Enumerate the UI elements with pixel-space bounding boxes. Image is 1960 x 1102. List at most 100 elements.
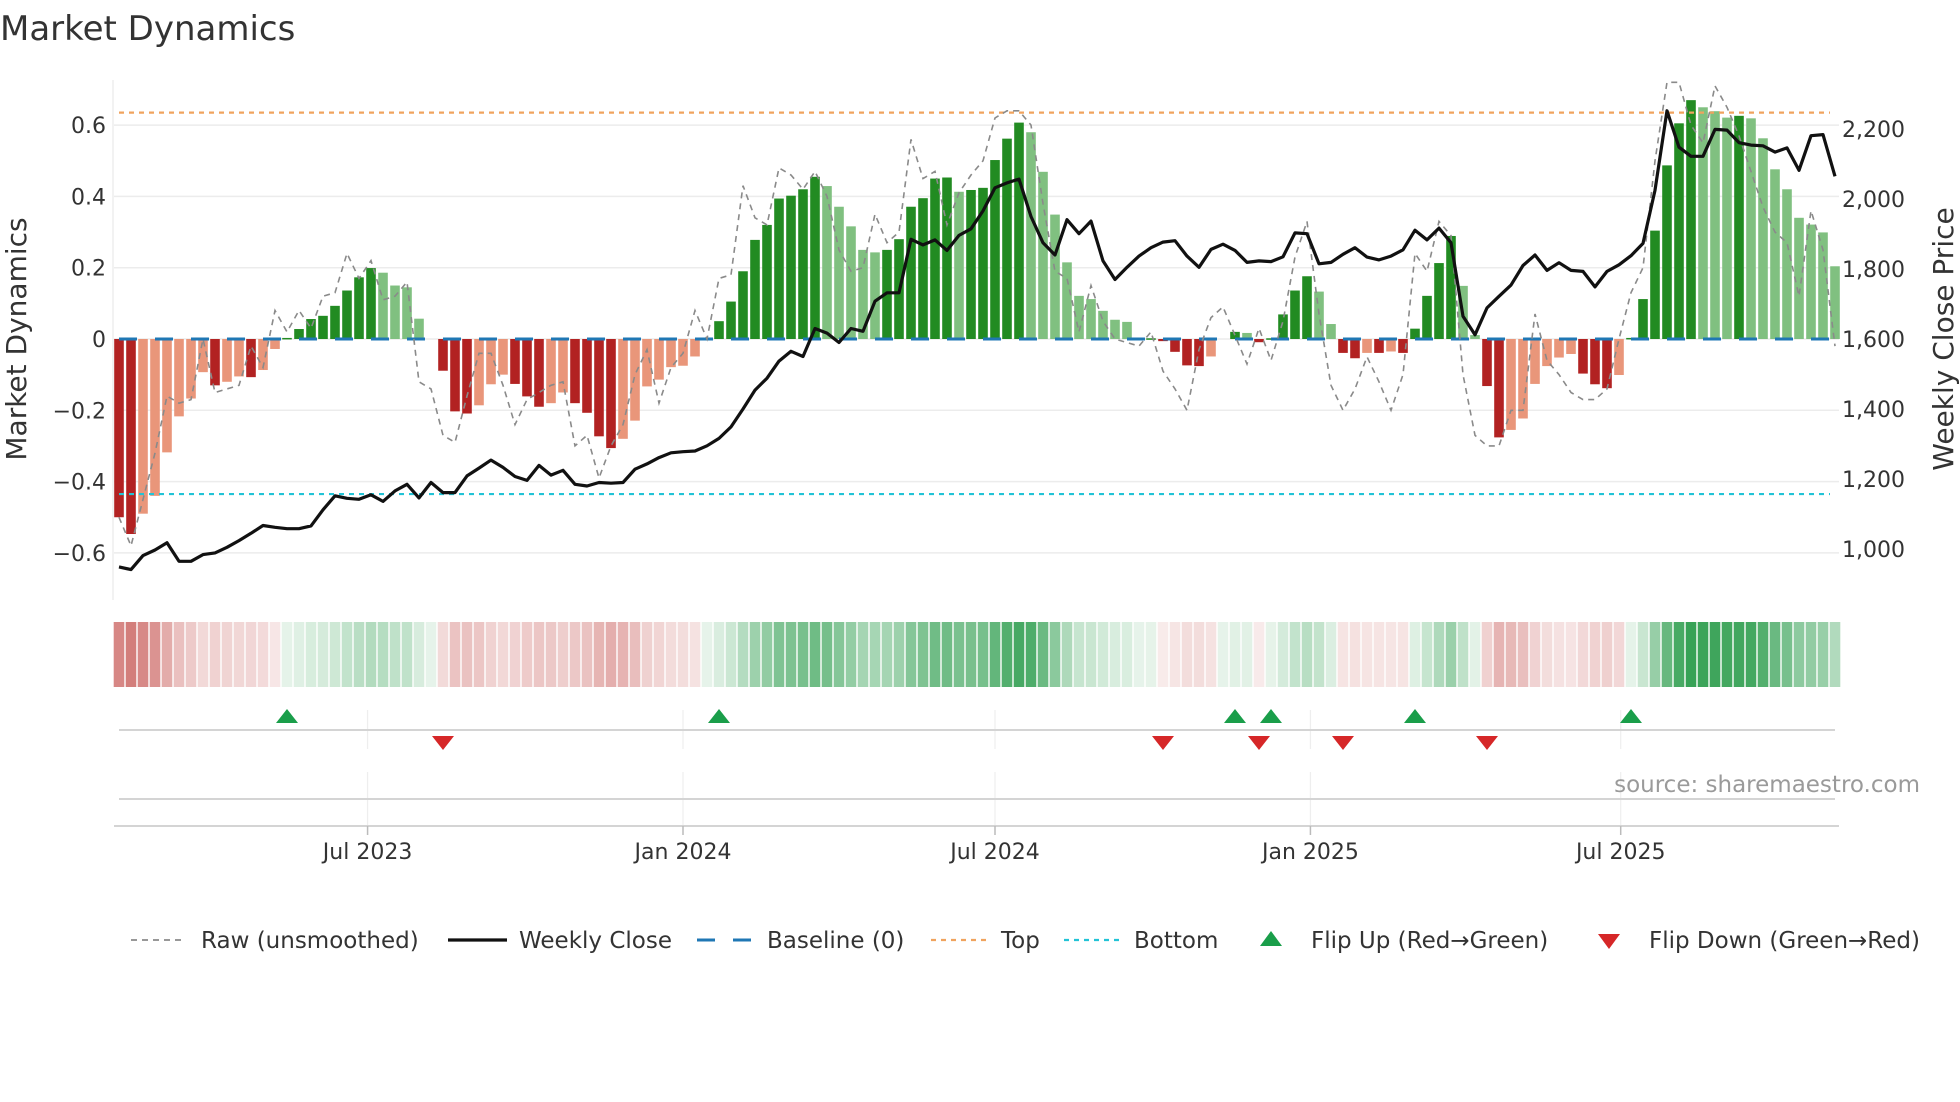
momentum-bar: [1734, 115, 1744, 340]
heatmap-cell: [1097, 622, 1109, 687]
momentum-bar: [582, 339, 592, 413]
flip-up-marker: [1404, 709, 1426, 723]
momentum-bar: [1026, 132, 1036, 339]
heatmap-cell: [1205, 622, 1217, 687]
heatmap-cell: [221, 622, 233, 687]
momentum-bar: [498, 339, 508, 375]
heatmap-cell: [557, 622, 569, 687]
heatmap-cell: [869, 622, 881, 687]
momentum-bar: [1614, 339, 1624, 376]
heatmap-cell: [401, 622, 413, 687]
momentum-bar: [906, 206, 916, 339]
momentum-bar: [630, 339, 640, 421]
momentum-bar: [918, 198, 928, 339]
heatmap-cell: [965, 622, 977, 687]
momentum-bar: [798, 189, 808, 339]
momentum-bar: [1746, 118, 1756, 339]
right-tick-label: 2,200: [1842, 118, 1905, 143]
momentum-bar: [414, 318, 424, 339]
heatmap-cell: [1109, 622, 1121, 687]
heatmap-cell: [989, 622, 1001, 687]
heatmap-cell: [1469, 622, 1481, 687]
heatmap-cell: [509, 622, 521, 687]
heatmap-cell: [761, 622, 773, 687]
momentum-bar: [534, 339, 544, 407]
momentum-bar: [1302, 276, 1312, 339]
heatmap-cell: [677, 622, 689, 687]
momentum-bar: [1422, 295, 1432, 339]
heatmap-cell: [617, 622, 629, 687]
heatmap-cell: [725, 622, 737, 687]
momentum-bar: [714, 321, 724, 339]
legend-flip-down-icon: [1598, 934, 1620, 949]
x-tick-label: Jul 2023: [321, 840, 413, 865]
heatmap-cell: [1625, 622, 1637, 687]
momentum-bar: [1602, 339, 1612, 389]
momentum-bar: [1014, 122, 1024, 340]
flip-up-marker: [1260, 709, 1282, 723]
momentum-bar: [510, 339, 520, 384]
heatmap-cell: [1793, 622, 1805, 687]
legend-label: Weekly Close: [519, 928, 672, 954]
momentum-bar: [354, 277, 364, 339]
momentum-bar: [378, 272, 388, 339]
heatmap-cell: [1745, 622, 1757, 687]
heatmap-cell: [1553, 622, 1565, 687]
momentum-bar: [438, 339, 448, 371]
momentum-bar: [1362, 339, 1372, 353]
heatmap-cell: [137, 622, 149, 687]
left-tick-label: −0.2: [53, 399, 106, 424]
x-tick-label: Jul 2024: [948, 840, 1040, 865]
heatmap-cell: [1505, 622, 1517, 687]
momentum-bar: [522, 339, 532, 397]
heatmap-cell: [389, 622, 401, 687]
heatmap-cell: [701, 622, 713, 687]
heatmap-cell: [1313, 622, 1325, 687]
heatmap-cell: [1217, 622, 1229, 687]
momentum-bar: [606, 339, 616, 449]
heatmap-cell: [1769, 622, 1781, 687]
momentum-bar: [1482, 339, 1492, 387]
momentum-bar: [1806, 224, 1816, 339]
heatmap-cell: [1529, 622, 1541, 687]
momentum-bar: [246, 339, 256, 378]
left-tick-label: 0.2: [71, 257, 106, 282]
legend-label: Flip Up (Red→Green): [1311, 928, 1548, 954]
heatmap-cell: [917, 622, 929, 687]
heatmap-cell: [1613, 622, 1625, 687]
legend-item-baseline: Baseline (0): [697, 928, 904, 954]
heatmap-cell: [1349, 622, 1361, 687]
heatmap-cell: [1433, 622, 1445, 687]
heatmap-cell: [821, 622, 833, 687]
heatmap-cell: [293, 622, 305, 687]
momentum-bar: [162, 339, 172, 453]
heatmap-cell: [533, 622, 545, 687]
momentum-bar: [774, 198, 784, 339]
x-tick-label: Jul 2025: [1574, 840, 1666, 865]
legend-label: Bottom: [1134, 928, 1218, 954]
heatmap-cell: [1073, 622, 1085, 687]
heatmap-cell: [1385, 622, 1397, 687]
heatmap-cell: [1265, 622, 1277, 687]
left-tick-label: −0.6: [53, 542, 106, 567]
legend-label: Baseline (0): [767, 928, 904, 954]
flip-down-marker: [1476, 736, 1498, 750]
heatmap-cell: [881, 622, 893, 687]
heatmap-cell: [1829, 622, 1841, 687]
legend-label: Raw (unsmoothed): [201, 928, 419, 954]
legend-item-flip_down: Flip Down (Green→Red): [1598, 928, 1920, 954]
heatmap-cell: [1373, 622, 1385, 687]
momentum-bar: [738, 271, 748, 339]
level-lines: [119, 111, 1835, 496]
heatmap-cell: [857, 622, 869, 687]
heatmap-cell: [377, 622, 389, 687]
heatmap-cell: [665, 622, 677, 687]
x-axis: Jul 2023 Jan 2024 Jul 2024 Jan 2025 Jul 2025: [114, 825, 1839, 865]
heatmap-cell: [593, 622, 605, 687]
momentum-bar: [234, 339, 244, 377]
momentum-bar: [1290, 290, 1300, 339]
heatmap-cell: [641, 622, 653, 687]
heatmap-cell: [749, 622, 761, 687]
heatmap-cell: [1145, 622, 1157, 687]
x-tick-label: Jan 2025: [1260, 840, 1359, 865]
